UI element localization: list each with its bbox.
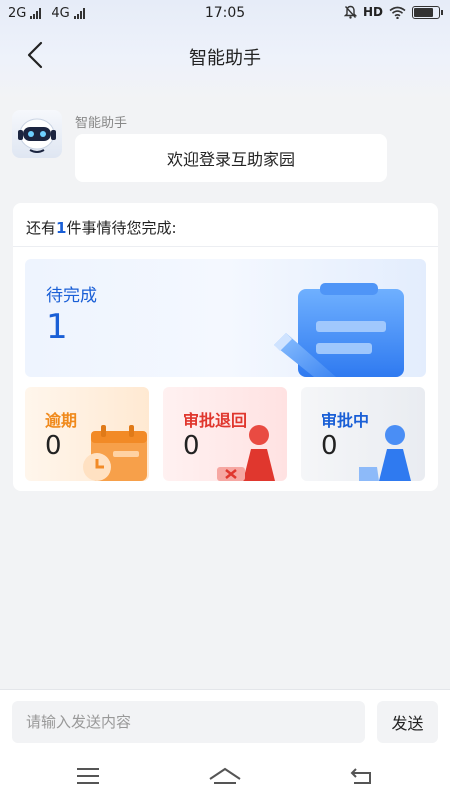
system-nav [0, 753, 450, 800]
calendar-clock-icon [83, 425, 147, 481]
pending-panel[interactable]: 待完成 1 [25, 259, 426, 377]
overdue-value: 0 [45, 431, 62, 461]
bot-name: 智能助手 [75, 116, 128, 131]
page-title: 智能助手 [189, 48, 261, 69]
bot-avatar [12, 110, 62, 158]
in-review-value: 0 [321, 431, 338, 461]
header: 2G 4G 17:05 HD 智能助手 [0, 0, 450, 100]
header-suffix: 件事情待您完成: [66, 219, 177, 237]
clipboard-icon [274, 283, 404, 377]
overdue-label: 逾期 [45, 411, 78, 430]
hd-label: HD [362, 5, 383, 19]
status-right: HD [343, 5, 443, 19]
returned-tile[interactable]: 审批退回 0 [163, 387, 287, 481]
overdue-tile[interactable]: 逾期 0 [25, 387, 149, 481]
welcome-bubble: 欢迎登录互助家园 [75, 134, 387, 182]
send-button[interactable]: 发送 [377, 701, 438, 743]
task-card: 还有1件事情待您完成: 待完成 1 逾期 0 审批退回 0 审批中 0 [13, 203, 438, 491]
status-bar: 2G 4G 17:05 HD [0, 0, 450, 30]
task-count: 1 [56, 219, 67, 237]
home-icon[interactable] [208, 767, 242, 785]
robot-icon [18, 118, 56, 153]
in-review-tile[interactable]: 审批中 0 [301, 387, 425, 481]
pending-label: 待完成 [46, 286, 97, 306]
person-review-icon [359, 425, 411, 481]
returned-value: 0 [183, 431, 200, 461]
composer-bar: 发送 [0, 689, 450, 753]
return-icon[interactable] [350, 767, 374, 785]
message-input[interactable] [12, 701, 365, 743]
welcome-text: 欢迎登录互助家园 [166, 150, 295, 169]
task-card-header: 还有1件事情待您完成: [13, 203, 438, 247]
menu-icon[interactable] [76, 767, 100, 785]
wifi-icon [389, 6, 406, 19]
person-reject-icon [217, 425, 275, 481]
mute-bell-icon [343, 5, 357, 19]
header-prefix: 还有 [26, 219, 57, 237]
battery-icon [412, 5, 443, 19]
pending-value: 1 [46, 307, 68, 347]
